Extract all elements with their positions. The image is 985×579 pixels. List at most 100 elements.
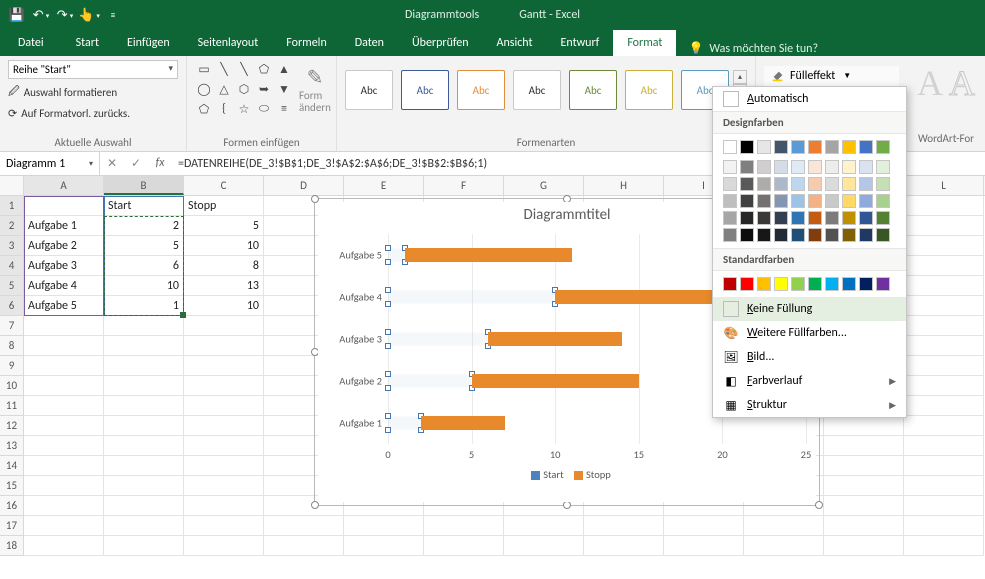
wordart-style-2[interactable]: A [949,62,975,104]
cell-B8[interactable] [104,336,184,356]
color-swatch[interactable] [791,211,805,225]
color-swatch[interactable] [825,211,839,225]
tab-home[interactable]: Start [62,30,113,56]
cell-F17[interactable] [424,516,504,536]
cell-B3[interactable]: 5 [104,236,184,256]
cell-G18[interactable] [504,536,584,556]
cell-L9[interactable] [904,356,984,376]
cell-A12[interactable] [24,416,104,436]
cell-L2[interactable] [904,216,984,236]
cell-C4[interactable]: 8 [184,256,264,276]
cell-F18[interactable] [424,536,504,556]
shape-style-5[interactable]: Abc [569,70,617,110]
cell-J18[interactable] [744,536,824,556]
cancel-formula[interactable]: ✕ [100,156,124,171]
series-handle[interactable] [385,301,391,307]
color-swatch[interactable] [740,177,754,191]
column-header-L[interactable]: L [904,176,984,195]
cell-K17[interactable] [824,516,904,536]
series-handle[interactable] [385,287,391,293]
cell-K14[interactable] [824,456,904,476]
color-swatch[interactable] [876,177,890,191]
color-swatch[interactable] [859,140,873,154]
cell-C11[interactable] [184,396,264,416]
touch-mode-button[interactable]: 👆▾ [78,4,100,26]
cell-K13[interactable] [824,436,904,456]
color-swatch[interactable] [859,177,873,191]
column-header-A[interactable]: A [24,176,104,195]
cell-A3[interactable]: Aufgabe 2 [24,236,104,256]
cell-C9[interactable] [184,356,264,376]
tab-file[interactable]: Datei [0,30,62,56]
fill-automatic[interactable]: Automatisch [713,87,906,111]
color-swatch[interactable] [842,160,856,174]
select-all-cell[interactable] [0,176,24,195]
color-swatch[interactable] [723,140,737,154]
series-handle[interactable] [385,385,391,391]
cell-C18[interactable] [184,536,264,556]
cell-A5[interactable]: Aufgabe 4 [24,276,104,296]
color-swatch[interactable] [757,228,771,242]
color-swatch[interactable] [791,277,805,291]
tab-insert[interactable]: Einfügen [113,30,184,56]
bar-start-Aufgabe 2[interactable] [388,374,472,388]
color-swatch[interactable] [791,160,805,174]
color-swatch[interactable] [842,194,856,208]
color-swatch[interactable] [825,228,839,242]
column-header-G[interactable]: G [504,176,584,195]
color-swatch[interactable] [723,177,737,191]
color-swatch[interactable] [723,211,737,225]
shapes-gallery[interactable]: ▭╲╲⬠▲ ◯△⬡➥▼ ⬠{☆⬭≡ [195,60,293,118]
bar-stopp-Aufgabe 1[interactable] [421,416,505,430]
cell-A2[interactable]: Aufgabe 1 [24,216,104,236]
cell-A15[interactable] [24,476,104,496]
cell-A7[interactable] [24,316,104,336]
row-header-16[interactable]: 16 [0,496,24,516]
shape-style-3[interactable]: Abc [457,70,505,110]
cell-B5[interactable]: 10 [104,276,184,296]
cell-B4[interactable]: 6 [104,256,184,276]
cell-B14[interactable] [104,456,184,476]
redo-button[interactable]: ↷▾ [54,4,76,26]
accept-formula[interactable]: ✓ [124,156,148,171]
cell-E17[interactable] [344,516,424,536]
row-header-11[interactable]: 11 [0,396,24,416]
column-header-H[interactable]: H [584,176,664,195]
cell-C2[interactable]: 5 [184,216,264,236]
bar-start-Aufgabe 4[interactable] [388,290,555,304]
color-swatch[interactable] [740,140,754,154]
cell-I17[interactable] [664,516,744,536]
cell-C7[interactable] [184,316,264,336]
color-swatch[interactable] [808,177,822,191]
cell-L4[interactable] [904,256,984,276]
cell-A11[interactable] [24,396,104,416]
cell-C5[interactable]: 13 [184,276,264,296]
cell-C6[interactable]: 10 [184,296,264,316]
tab-view[interactable]: Ansicht [483,30,547,56]
cell-K12[interactable] [824,416,904,436]
cell-B10[interactable] [104,376,184,396]
cell-A17[interactable] [24,516,104,536]
qat-customize[interactable]: ≡ [102,4,124,26]
cell-H18[interactable] [584,536,664,556]
cell-A1[interactable] [24,196,104,216]
color-swatch[interactable] [859,211,873,225]
row-header-14[interactable]: 14 [0,456,24,476]
cell-C13[interactable] [184,436,264,456]
color-swatch[interactable] [757,140,771,154]
gradient-fill-option[interactable]: ◧ Farbverlauf ▶ [713,369,906,393]
shape-style-4[interactable]: Abc [513,70,561,110]
cell-B15[interactable] [104,476,184,496]
shape-style-1[interactable]: Abc [345,70,393,110]
cell-B18[interactable] [104,536,184,556]
cell-L18[interactable] [904,536,984,556]
cell-L3[interactable] [904,236,984,256]
color-swatch[interactable] [774,228,788,242]
color-swatch[interactable] [791,228,805,242]
cell-C17[interactable] [184,516,264,536]
row-header-4[interactable]: 4 [0,256,24,276]
name-box[interactable]: Diagramm 1 [0,152,100,175]
color-swatch[interactable] [859,194,873,208]
cell-B13[interactable] [104,436,184,456]
shape-styles-gallery[interactable]: Abc Abc Abc Abc Abc Abc Abc [345,60,729,112]
